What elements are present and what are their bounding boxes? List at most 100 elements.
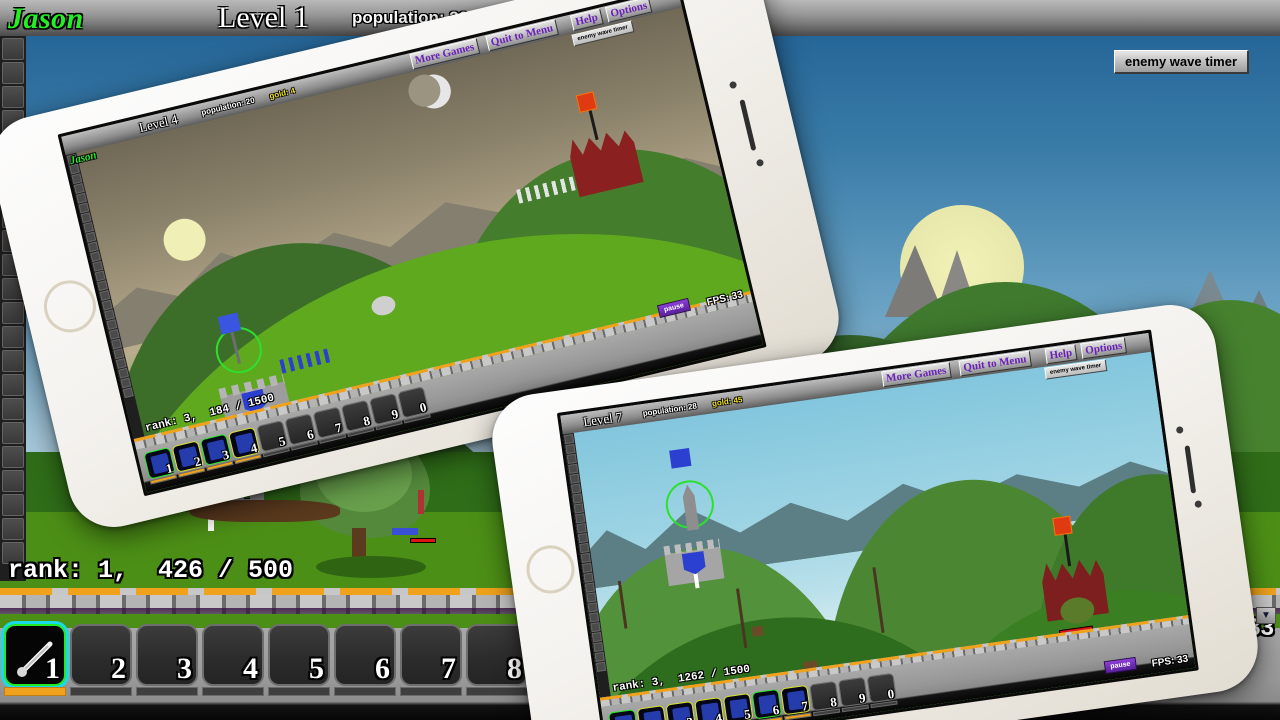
rail-cell[interactable] bbox=[2, 326, 24, 348]
toolbar-slot-7[interactable]: 7 bbox=[780, 684, 812, 720]
rail-cell[interactable] bbox=[582, 562, 593, 573]
rail-cell[interactable] bbox=[565, 443, 576, 455]
slot-cooldown-bar bbox=[70, 687, 132, 696]
slot-number: 3 bbox=[177, 652, 192, 685]
slot-cooldown-bar bbox=[4, 687, 66, 696]
slot-cooldown-bar bbox=[400, 687, 462, 696]
rail-cell[interactable] bbox=[591, 632, 602, 643]
toolbar-slot-3[interactable]: 3 bbox=[136, 624, 198, 696]
p2-tree-stump bbox=[751, 625, 764, 637]
p2-enemy-flag bbox=[1052, 515, 1073, 536]
scroll-down-icon[interactable]: ▼ bbox=[1256, 607, 1276, 624]
slot-number: 5 bbox=[743, 706, 752, 720]
slot-number: 2 bbox=[111, 652, 126, 685]
rail-cell[interactable] bbox=[577, 533, 589, 544]
level-label: Level 1 bbox=[218, 1, 309, 34]
rail-cell[interactable] bbox=[576, 523, 587, 534]
rail-cell[interactable] bbox=[587, 602, 598, 613]
rail-cell[interactable] bbox=[566, 453, 577, 464]
toolbar-slot-6[interactable]: 6 bbox=[751, 688, 783, 720]
slot-cooldown-bar bbox=[136, 687, 198, 696]
toolbar-slot-3[interactable]: 3 bbox=[665, 700, 696, 720]
rail-cell[interactable] bbox=[595, 661, 607, 672]
toolbar-slot-5[interactable]: 5 bbox=[256, 419, 290, 458]
rank-status: rank: 1, 426 / 500 bbox=[8, 556, 294, 585]
rail-cell[interactable] bbox=[2, 86, 24, 108]
fallen-unit bbox=[392, 528, 418, 535]
sensor-icon bbox=[755, 158, 765, 168]
toolbar-slot-4[interactable]: 4 bbox=[694, 696, 725, 720]
enemy-soldier bbox=[418, 490, 424, 514]
rail-cell[interactable] bbox=[572, 493, 583, 504]
toolbar-slot-2[interactable]: 2 bbox=[636, 705, 668, 720]
rail-cell[interactable] bbox=[590, 622, 601, 633]
p2-unit-flag bbox=[669, 447, 692, 469]
rail-cell[interactable] bbox=[575, 513, 586, 524]
toolbar-slot-8[interactable]: 8 bbox=[340, 399, 375, 438]
unit-icon bbox=[614, 714, 635, 720]
rail-cell[interactable] bbox=[568, 463, 579, 474]
slot-number: 1 bbox=[45, 652, 60, 685]
rail-cell[interactable] bbox=[563, 433, 575, 445]
slot-number: 4 bbox=[243, 652, 258, 685]
toolbar-slot-1[interactable]: 1 bbox=[4, 624, 66, 696]
slot-number: 3 bbox=[686, 714, 695, 720]
slot-number: 8 bbox=[507, 652, 522, 685]
toolbar-slot-4[interactable]: 4 bbox=[227, 426, 262, 465]
toolbar-slot-7[interactable]: 7 bbox=[400, 624, 462, 696]
rail-cell[interactable] bbox=[2, 422, 24, 444]
phone-two-screen[interactable]: Jason Level 7 population: 28 gold: 45 Mo… bbox=[556, 329, 1199, 720]
rail-cell[interactable] bbox=[580, 552, 591, 563]
enemy-wave-timer: enemy wave timer bbox=[1114, 50, 1250, 74]
slot-cooldown-bar bbox=[268, 687, 330, 696]
rail-cell[interactable] bbox=[122, 387, 134, 399]
toolbar-slot-1[interactable]: 1 bbox=[143, 447, 178, 485]
rail-cell[interactable] bbox=[2, 374, 24, 396]
rail-cell[interactable] bbox=[2, 62, 24, 84]
rail-cell[interactable] bbox=[2, 38, 24, 60]
tree-shadow bbox=[316, 556, 426, 578]
rail-cell[interactable] bbox=[593, 641, 604, 653]
rail-cell[interactable] bbox=[589, 612, 600, 623]
rail-cell[interactable] bbox=[594, 651, 605, 663]
slot-number: 7 bbox=[441, 652, 456, 685]
home-button-icon[interactable] bbox=[523, 542, 578, 597]
rail-cell[interactable] bbox=[2, 350, 24, 372]
rail-cell[interactable] bbox=[579, 542, 590, 554]
toolbar-slot-0[interactable]: 0 bbox=[866, 672, 898, 709]
slot-number: 4 bbox=[714, 710, 723, 720]
player-name: Jason bbox=[8, 2, 84, 35]
speaker-icon bbox=[1184, 445, 1197, 494]
camera-icon bbox=[1175, 426, 1184, 434]
rail-cell[interactable] bbox=[2, 518, 24, 540]
toolbar-slot-2[interactable]: 2 bbox=[70, 624, 132, 696]
toolbar-slot-9[interactable]: 9 bbox=[837, 676, 869, 713]
slot-cooldown-bar bbox=[202, 687, 264, 696]
camera-icon bbox=[728, 80, 738, 90]
home-button-icon[interactable] bbox=[38, 275, 102, 338]
slot-number: 6 bbox=[375, 652, 390, 685]
rail-cell[interactable] bbox=[569, 473, 580, 484]
rail-cell[interactable] bbox=[2, 302, 24, 324]
slot-cooldown-bar bbox=[755, 716, 783, 720]
rail-cell[interactable] bbox=[2, 494, 24, 516]
rail-cell[interactable] bbox=[583, 572, 594, 583]
slot-cooldown-bar bbox=[466, 687, 528, 696]
toolbar-slot-5[interactable]: 5 bbox=[722, 692, 754, 720]
speaker-icon bbox=[739, 99, 757, 151]
game-screenshot-root: Jason Level 1 population: 20 gold: 7 Mor… bbox=[0, 0, 1280, 720]
sensor-icon bbox=[1194, 500, 1203, 509]
rail-cell[interactable] bbox=[2, 446, 24, 468]
slot-number: 5 bbox=[309, 652, 324, 685]
rail-cell[interactable] bbox=[570, 483, 582, 494]
toolbar-slot-5[interactable]: 5 bbox=[268, 624, 330, 696]
toolbar-slot-6[interactable]: 6 bbox=[334, 624, 396, 696]
toolbar-slot-4[interactable]: 4 bbox=[202, 624, 264, 696]
rail-cell[interactable] bbox=[2, 470, 24, 492]
rail-cell[interactable] bbox=[584, 582, 596, 593]
rail-cell[interactable] bbox=[586, 592, 597, 603]
rail-cell[interactable] bbox=[573, 503, 584, 514]
toolbar-slot-8[interactable]: 8 bbox=[809, 680, 841, 717]
rail-cell[interactable] bbox=[2, 398, 24, 420]
enemy-soldier-health bbox=[410, 538, 436, 543]
